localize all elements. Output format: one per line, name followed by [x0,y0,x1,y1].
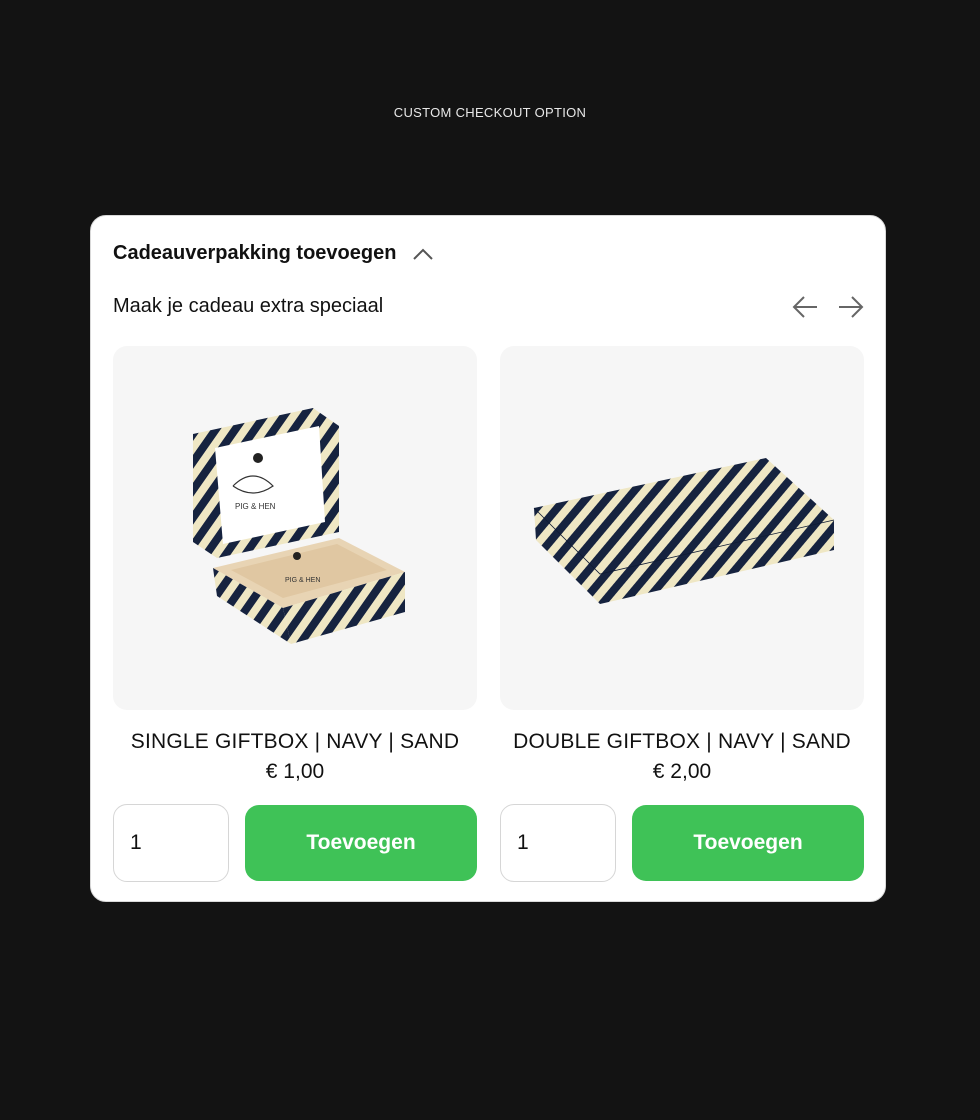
svg-text:PIG & HEN: PIG & HEN [235,502,276,511]
panel-subtitle: Maak je cadeau extra speciaal [113,295,384,317]
panel-header-toggle[interactable]: Cadeauverpakking toevoegen [113,242,434,265]
quantity-input[interactable] [500,804,616,882]
add-button[interactable]: Toevoegen [632,805,864,881]
product-price: € 1,00 [265,760,325,783]
gift-wrap-panel: Cadeauverpakking toevoegen Maak je cadea… [90,215,886,902]
product-controls: Toevoegen [500,804,864,882]
arrow-right-icon[interactable] [837,294,865,320]
product-controls: Toevoegen [113,804,477,882]
add-button[interactable]: Toevoegen [245,805,477,881]
svg-text:PIG & HEN: PIG & HEN [285,577,320,584]
product-name: DOUBLE GIFTBOX | NAVY | SAND [513,730,851,753]
quantity-input[interactable] [113,804,229,882]
product-image-double-giftbox[interactable] [500,346,864,710]
arrow-left-icon[interactable] [791,294,819,320]
product-card-double-giftbox: DOUBLE GIFTBOX | NAVY | SAND € 2,00 Toev… [500,346,864,882]
chevron-up-icon[interactable] [412,247,434,261]
product-price: € 2,00 [652,760,712,783]
product-name: SINGLE GIFTBOX | NAVY | SAND [130,730,460,753]
carousel-nav [791,294,865,320]
page-caption: CUSTOM CHECKOUT OPTION [393,105,587,120]
panel-title: Cadeauverpakking toevoegen [113,242,397,264]
product-image-single-giftbox[interactable]: PIG & HEN PIG & HEN [113,346,477,710]
product-card-single-giftbox: PIG & HEN PIG & HEN SINGLE GIFTBOX | NAV… [113,346,477,882]
